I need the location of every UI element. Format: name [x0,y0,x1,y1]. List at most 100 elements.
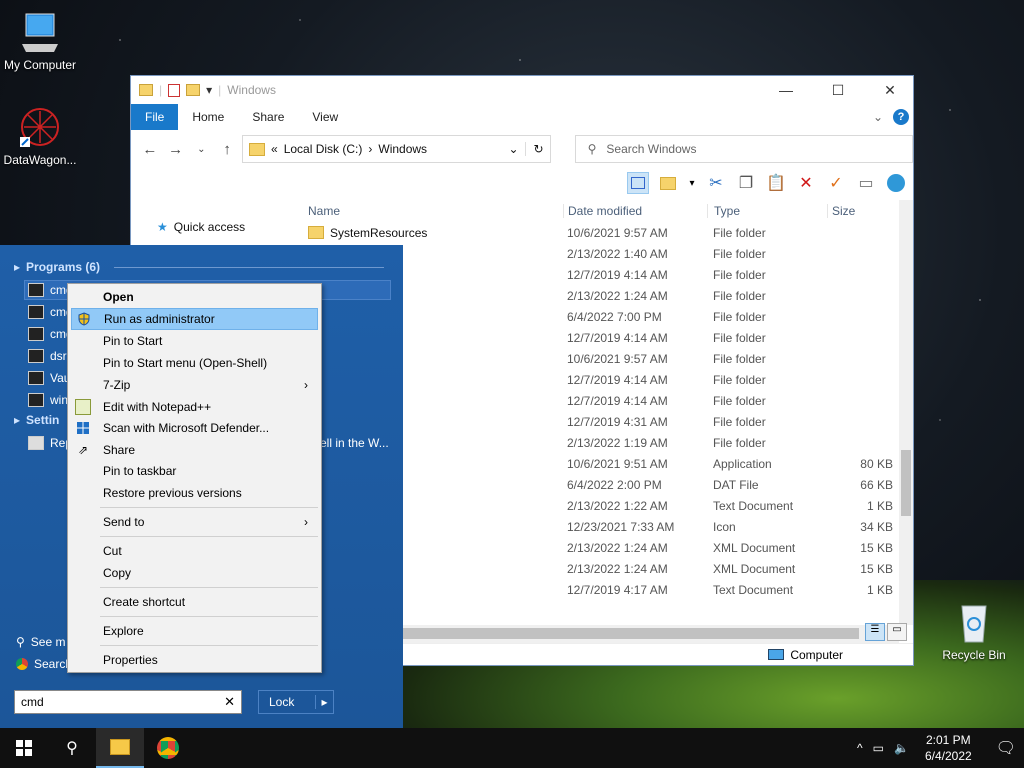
vertical-scrollbar[interactable] [899,200,913,625]
notepad-icon [75,399,91,415]
program-item-cmd-3[interactable]: cmd [28,323,73,345]
dropdown-icon[interactable]: ▾ [687,172,697,194]
notifications-icon[interactable]: 🗨 [988,738,1016,758]
tab-home[interactable]: Home [178,104,238,130]
lock-label: Lock [269,695,295,709]
desktop-icon-datawagon[interactable]: DataWagon... [0,105,80,167]
delete-icon[interactable]: ✕ [795,172,817,194]
menu-item-cut[interactable]: Cut [71,540,318,562]
breadcrumb-local-disk[interactable]: Local Disk (C:) [284,142,363,156]
menu-item-properties[interactable]: Properties [71,649,318,671]
file-size-cell: 80 KB [860,456,893,471]
settings-section-header[interactable]: ▸ Settin [14,413,59,427]
back-arrow-icon[interactable]: ← [139,141,161,158]
menu-item-open[interactable]: Open [71,286,318,308]
details-view-button[interactable]: ☰ [865,623,885,641]
taskbar-file-explorer[interactable] [96,728,144,768]
program-item-vau[interactable]: Vau [28,367,70,389]
menu-item-pin-to-start[interactable]: Pin to Start [71,330,318,352]
recent-locations-icon[interactable]: ⌄ [191,144,213,155]
menu-item-scan-defender[interactable]: Scan with Microsoft Defender... [71,417,318,439]
program-item-cmd-2[interactable]: cmd [28,301,73,323]
clock[interactable]: 2:01 PM 6/4/2022 [919,732,978,764]
desktop-icon-recycle-bin[interactable]: Recycle Bin [934,600,1014,662]
menu-item-run-as-administrator[interactable]: Run as administrator [71,308,318,330]
see-more-results[interactable]: ⚲ See m [16,631,65,653]
programs-section-header[interactable]: ▸ Programs (6) [14,260,385,274]
power-options-arrow-icon[interactable]: ▸ [315,695,333,709]
menu-separator [100,645,318,646]
column-header-name[interactable]: Name [301,204,563,218]
taskbar: ⚲ ^ ▭ 🔈 2:01 PM 6/4/2022 🗨 [0,728,1024,768]
menu-item-explore[interactable]: Explore [71,620,318,642]
paste-icon[interactable]: 📋 [765,172,787,194]
tab-view[interactable]: View [298,104,352,130]
address-bar[interactable]: « Local Disk (C:) › Windows ⌄ ↻ [242,135,551,163]
large-icons-view-button[interactable]: ▭ [887,623,907,641]
taskbar-chrome[interactable] [144,728,192,768]
menu-item-restore-previous-versions[interactable]: Restore previous versions [71,482,318,504]
start-search-input[interactable]: cmd ✕ [14,690,242,714]
menu-item-share[interactable]: ⇗ Share [71,439,318,461]
internet-globe-icon[interactable] [885,172,907,194]
taskbar-search-button[interactable]: ⚲ [48,728,96,768]
rename-icon[interactable]: ▭ [855,172,877,194]
tab-share[interactable]: Share [238,104,298,130]
search-input[interactable]: ⚲ Search Windows [574,135,914,163]
column-headers: Name Date modified Type Size [301,200,913,222]
scrollbar-thumb[interactable] [401,628,859,639]
column-header-size[interactable]: Size [827,204,897,218]
file-name-cell: SystemResources [301,226,563,240]
search-the-web[interactable]: Search [16,653,72,675]
show-hidden-icons-icon[interactable]: ^ [857,741,863,755]
up-arrow-icon[interactable]: ↑ [216,141,238,158]
properties-icon[interactable] [168,83,181,97]
address-dropdown-icon[interactable]: ⌄ [508,142,518,156]
network-icon[interactable]: ▭ [873,741,884,755]
menu-item-send-to[interactable]: Send to › [71,511,318,533]
table-row[interactable]: SystemResources 10/6/2021 9:57 AM File fol… [301,222,913,243]
program-item-cmd[interactable]: cmd [28,279,73,301]
menu-item-edit-notepad[interactable]: Edit with Notepad++ [71,396,318,418]
menu-item-pin-to-taskbar[interactable]: Pin to taskbar [71,460,318,482]
settings-item[interactable]: Rep [28,432,72,454]
column-header-type[interactable]: Type [707,204,827,218]
folder-icon [308,226,324,239]
column-header-date[interactable]: Date modified [563,204,707,218]
start-button[interactable] [0,728,48,768]
scrollbar-thumb[interactable] [901,450,911,516]
menu-item-pin-to-start-open-shell[interactable]: Pin to Start menu (Open-Shell) [71,352,318,374]
tab-file[interactable]: File [131,104,179,130]
cut-icon[interactable]: ✂ [705,172,727,194]
close-button[interactable]: ✕ [867,76,913,104]
maximize-button[interactable]: ☐ [815,76,861,104]
navigation-pane-icon[interactable] [627,172,649,194]
program-item-win[interactable]: win [28,389,68,411]
help-icon[interactable]: ? [893,109,909,125]
desktop-icon-my-computer[interactable]: My Computer [0,10,80,72]
nav-quick-access[interactable]: ★ Quick access [131,220,301,234]
copy-icon[interactable]: ❐ [735,172,757,194]
volume-icon[interactable]: 🔈 [894,741,909,755]
menu-item-7zip[interactable]: 7-Zip › [71,374,318,396]
lock-button[interactable]: Lock ▸ [258,690,334,714]
breadcrumb-separator-icon: › [368,142,373,156]
file-size-cell: 1 KB [866,498,893,513]
clear-search-icon[interactable]: ✕ [224,694,235,710]
menu-item-copy[interactable]: Copy [71,562,318,584]
address-overflow[interactable]: « [271,142,278,156]
forward-arrow-icon[interactable]: → [165,141,187,158]
new-folder-icon[interactable] [186,84,201,96]
properties-check-icon[interactable]: ✓ [825,172,847,194]
refresh-icon[interactable]: ↻ [524,142,544,156]
customize-quick-access-icon[interactable]: ▾ [206,83,212,97]
file-type-cell: Text Document [713,498,794,513]
new-folder-icon[interactable] [657,172,679,194]
search-placeholder: Search Windows [606,142,697,156]
expand-ribbon-icon[interactable]: ⌄ [873,110,883,124]
file-type-cell: File folder [713,414,766,429]
console-icon [28,283,44,297]
minimize-button[interactable]: — [763,76,809,104]
menu-item-create-shortcut[interactable]: Create shortcut [71,591,318,613]
breadcrumb-windows[interactable]: Windows [378,142,427,156]
